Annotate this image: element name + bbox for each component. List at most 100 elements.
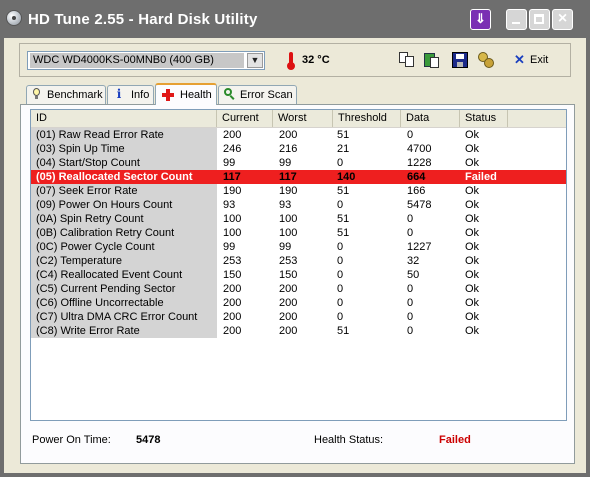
- cell-worst: 150: [279, 269, 298, 281]
- options-icon[interactable]: [478, 52, 494, 68]
- cell-threshold: 51: [337, 227, 350, 239]
- cell-threshold: 0: [337, 283, 344, 295]
- table-row[interactable]: (C4) Reallocated Event Count 150 150 0 50 Ok: [31, 268, 566, 282]
- table-row[interactable]: (05) Reallocated Sector Count 117 117 140 66…: [31, 170, 566, 184]
- cell-data: 0: [407, 283, 414, 295]
- cell-threshold: 0: [337, 157, 344, 169]
- cell-worst: 200: [279, 129, 298, 141]
- cell-threshold: 0: [337, 241, 344, 253]
- table-row[interactable]: (07) Seek Error Rate 190 190 51 166 Ok: [31, 184, 566, 198]
- power-on-time-label: Power On Time:: [32, 434, 111, 446]
- cell-worst: 253: [279, 255, 298, 267]
- column-header-worst[interactable]: Worst: [273, 110, 333, 127]
- app-disk-icon[interactable]: [6, 10, 22, 26]
- column-header-threshold[interactable]: Threshold: [333, 110, 401, 127]
- tab-error-scan[interactable]: Error Scan: [218, 85, 297, 104]
- cell-threshold: 0: [337, 269, 344, 281]
- cell-current: 100: [223, 227, 242, 239]
- cell-status: Ok: [465, 157, 480, 169]
- cell-current: 200: [223, 325, 242, 337]
- chevron-down-icon[interactable]: ▼: [247, 53, 263, 68]
- column-header-id[interactable]: ID: [31, 110, 217, 127]
- cell-status: Ok: [465, 129, 480, 141]
- table-row[interactable]: (C8) Write Error Rate 200 200 51 0 Ok: [31, 324, 566, 338]
- close-button[interactable]: ×: [552, 9, 573, 30]
- cell-current: 200: [223, 129, 242, 141]
- cell-worst: 200: [279, 311, 298, 323]
- cell-current: 200: [223, 311, 242, 323]
- table-row[interactable]: (04) Start/Stop Count 99 99 0 1228 Ok: [31, 156, 566, 170]
- tab-benchmark[interactable]: Benchmark: [26, 85, 106, 104]
- column-header-data[interactable]: Data: [401, 110, 460, 127]
- cell-threshold: 140: [337, 171, 356, 183]
- cell-threshold: 0: [337, 297, 344, 309]
- cell-worst: 216: [279, 143, 298, 155]
- cell-id: (C8) Write Error Rate: [36, 325, 140, 337]
- power-on-time-value: 5478: [136, 434, 161, 446]
- cell-worst: 200: [279, 283, 298, 295]
- cell-id: (C7) Ultra DMA CRC Error Count: [36, 311, 198, 323]
- cell-data: 0: [407, 227, 414, 239]
- tab-info[interactable]: i Info: [107, 85, 154, 104]
- cell-status: Ok: [465, 241, 480, 253]
- cell-id: (C4) Reallocated Event Count: [36, 269, 183, 281]
- copy-icon[interactable]: [399, 52, 415, 68]
- drive-select[interactable]: WDC WD4000KS-00MNB0 (400 GB) ▼: [27, 51, 265, 70]
- cell-data: 0: [407, 213, 414, 225]
- cell-status: Ok: [465, 283, 480, 295]
- cell-data: 0: [407, 129, 414, 141]
- table-row[interactable]: (C5) Current Pending Sector 200 200 0 0 Ok: [31, 282, 566, 296]
- table-row[interactable]: (01) Raw Read Error Rate 200 200 51 0 Ok: [31, 128, 566, 142]
- cell-worst: 99: [279, 157, 292, 169]
- cell-id: (C5) Current Pending Sector: [36, 283, 176, 295]
- title-bar[interactable]: HD Tune 2.55 - Hard Disk Utility ⇓ ×: [0, 0, 590, 38]
- cell-threshold: 21: [337, 143, 350, 155]
- cell-id: (0B) Calibration Retry Count: [36, 227, 175, 239]
- cell-id: (C6) Offline Uncorrectable: [36, 297, 164, 309]
- cell-worst: 117: [279, 171, 297, 183]
- table-row[interactable]: (03) Spin Up Time 246 216 21 4700 Ok: [31, 142, 566, 156]
- cell-data: 5478: [407, 199, 432, 211]
- cell-threshold: 0: [337, 255, 344, 267]
- table-row[interactable]: (C7) Ultra DMA CRC Error Count 200 200 0 0 Ok: [31, 310, 566, 324]
- health-cross-icon: [162, 89, 175, 101]
- cell-worst: 200: [279, 297, 298, 309]
- titlebar-special-button[interactable]: ⇓: [470, 9, 491, 30]
- minimize-button[interactable]: [506, 9, 527, 30]
- table-row[interactable]: (09) Power On Hours Count 93 93 0 5478 Ok: [31, 198, 566, 212]
- tab-health[interactable]: Health: [155, 83, 217, 105]
- exit-icon: ✕: [514, 52, 525, 67]
- maximize-button[interactable]: [529, 9, 550, 30]
- window-border-right: [586, 38, 590, 477]
- cell-id: (0A) Spin Retry Count: [36, 213, 144, 225]
- column-header-current[interactable]: Current: [217, 110, 273, 127]
- cell-status: Ok: [465, 297, 480, 309]
- tab-label: Error Scan: [240, 89, 293, 101]
- table-row[interactable]: (0B) Calibration Retry Count 100 100 51 0 Ok: [31, 226, 566, 240]
- cell-id: (03) Spin Up Time: [36, 143, 125, 155]
- table-row[interactable]: (C6) Offline Uncorrectable 200 200 0 0 Ok: [31, 296, 566, 310]
- cell-status: Failed: [465, 171, 497, 183]
- table-row[interactable]: (0C) Power Cycle Count 99 99 0 1227 Ok: [31, 240, 566, 254]
- cell-status: Ok: [465, 227, 480, 239]
- table-header: ID Current Worst Threshold Data Status: [31, 110, 566, 128]
- cell-current: 200: [223, 283, 242, 295]
- table-row[interactable]: (C2) Temperature 253 253 0 32 Ok: [31, 254, 566, 268]
- cell-current: 117: [223, 171, 241, 183]
- cell-worst: 100: [279, 227, 298, 239]
- cell-status: Ok: [465, 311, 480, 323]
- smart-table[interactable]: ID Current Worst Threshold Data Status (…: [30, 109, 567, 421]
- cell-data: 1228: [407, 157, 432, 169]
- health-status-value: Failed: [439, 434, 471, 446]
- table-row[interactable]: (0A) Spin Retry Count 100 100 51 0 Ok: [31, 212, 566, 226]
- cell-threshold: 51: [337, 185, 350, 197]
- window-border-bottom: [0, 473, 590, 477]
- tab-label: Benchmark: [47, 89, 103, 101]
- column-header-status[interactable]: Status: [460, 110, 508, 127]
- bulb-icon: [33, 88, 40, 100]
- save-icon[interactable]: [452, 52, 468, 68]
- cell-current: 246: [223, 143, 242, 155]
- cell-threshold: 51: [337, 129, 350, 141]
- cell-worst: 100: [279, 213, 298, 225]
- copy-screenshot-icon[interactable]: [424, 52, 440, 68]
